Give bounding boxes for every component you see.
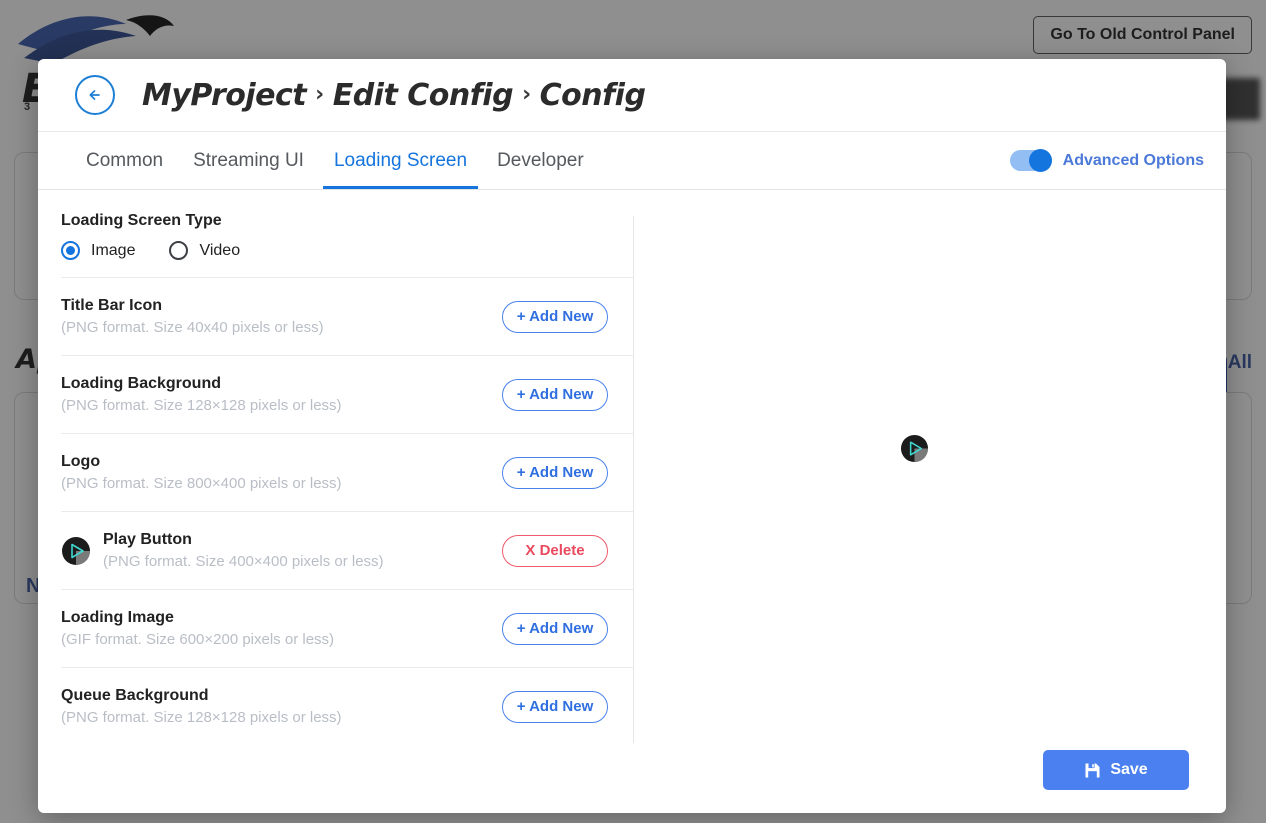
asset-row-loading-image: Loading Image (GIF format. Size 600×200 … xyxy=(61,589,633,667)
asset-info: Play Button (PNG format. Size 400×400 pi… xyxy=(103,531,502,570)
asset-rows: Title Bar Icon (PNG format. Size 40x40 p… xyxy=(61,277,633,745)
asset-info: Queue Background (PNG format. Size 128×1… xyxy=(61,687,502,726)
loading-screen-type-label: Loading Screen Type xyxy=(61,212,608,230)
delete-play-button-button[interactable]: X Delete xyxy=(502,535,608,567)
asset-name: Loading Image xyxy=(61,609,502,627)
radio-image-indicator[interactable] xyxy=(61,241,80,260)
breadcrumb-separator-1: › xyxy=(315,82,324,107)
asset-hint: (GIF format. Size 600×200 pixels or less… xyxy=(61,631,502,648)
loading-screen-preview xyxy=(633,190,1226,727)
add-new-title-bar-icon-button[interactable]: + Add New xyxy=(502,301,608,333)
radio-option-video[interactable]: Video xyxy=(169,241,240,260)
asset-row-title-bar-icon: Title Bar Icon (PNG format. Size 40x40 p… xyxy=(61,277,633,355)
asset-hint: (PNG format. Size 800×400 pixels or less… xyxy=(61,475,502,492)
asset-info: Loading Background (PNG format. Size 128… xyxy=(61,375,502,414)
config-modal: MyProject › Edit Config › Config Common … xyxy=(38,59,1226,813)
advanced-options-label: Advanced Options xyxy=(1063,152,1204,170)
breadcrumb-item-project[interactable]: MyProject xyxy=(142,78,306,113)
modal-header: MyProject › Edit Config › Config xyxy=(38,59,1226,132)
save-button-label: Save xyxy=(1110,761,1147,779)
radio-video-indicator[interactable] xyxy=(169,241,188,260)
breadcrumb-separator-2: › xyxy=(522,82,531,107)
preview-play-button-icon[interactable] xyxy=(900,434,929,463)
asset-row-queue-background: Queue Background (PNG format. Size 128×1… xyxy=(61,667,633,745)
asset-hint: (PNG format. Size 128×128 pixels or less… xyxy=(61,397,502,414)
asset-info: Loading Image (GIF format. Size 600×200 … xyxy=(61,609,502,648)
tab-bar: Common Streaming UI Loading Screen Devel… xyxy=(38,132,1226,190)
radio-image-label: Image xyxy=(91,242,135,260)
radio-image-inner-dot xyxy=(66,246,75,255)
arrow-left-icon xyxy=(84,84,106,106)
play-button-thumbnail-icon xyxy=(61,536,91,566)
asset-info: Title Bar Icon (PNG format. Size 40x40 p… xyxy=(61,297,502,336)
tab-developer[interactable]: Developer xyxy=(482,132,599,189)
asset-info: Logo (PNG format. Size 800×400 pixels or… xyxy=(61,453,502,492)
asset-name: Title Bar Icon xyxy=(61,297,502,315)
breadcrumb-item-edit-config[interactable]: Edit Config xyxy=(333,78,513,113)
advanced-options-control[interactable]: Advanced Options xyxy=(1010,132,1204,189)
breadcrumb-item-config[interactable]: Config xyxy=(540,78,646,113)
breadcrumb: MyProject › Edit Config › Config xyxy=(142,78,645,113)
asset-name: Play Button xyxy=(103,531,502,549)
tab-common[interactable]: Common xyxy=(71,132,178,189)
back-button[interactable] xyxy=(75,75,115,115)
asset-form-list: Loading Screen Type Image Video xyxy=(38,190,633,727)
loading-screen-type-radios: Image Video xyxy=(61,241,608,260)
asset-hint: (PNG format. Size 40x40 pixels or less) xyxy=(61,319,502,336)
asset-row-logo: Logo (PNG format. Size 800×400 pixels or… xyxy=(61,433,633,511)
asset-name: Loading Background xyxy=(61,375,502,393)
loading-screen-type-group: Loading Screen Type Image Video xyxy=(61,212,633,260)
add-new-loading-background-button[interactable]: + Add New xyxy=(502,379,608,411)
asset-name: Queue Background xyxy=(61,687,502,705)
asset-row-play-button: Play Button (PNG format. Size 400×400 pi… xyxy=(61,511,633,589)
tab-loading-screen[interactable]: Loading Screen xyxy=(319,132,482,189)
tab-streaming-ui[interactable]: Streaming UI xyxy=(178,132,319,189)
floppy-disk-icon xyxy=(1084,762,1101,779)
add-new-logo-button[interactable]: + Add New xyxy=(502,457,608,489)
add-new-queue-background-button[interactable]: + Add New xyxy=(502,691,608,723)
toggle-knob xyxy=(1029,149,1052,172)
asset-hint: (PNG format. Size 400×400 pixels or less… xyxy=(103,553,502,570)
asset-row-loading-background: Loading Background (PNG format. Size 128… xyxy=(61,355,633,433)
asset-hint: (PNG format. Size 128×128 pixels or less… xyxy=(61,709,502,726)
radio-video-label: Video xyxy=(199,242,240,260)
save-button[interactable]: Save xyxy=(1043,750,1189,790)
modal-body: Loading Screen Type Image Video xyxy=(38,190,1226,727)
asset-name: Logo xyxy=(61,453,502,471)
advanced-options-toggle[interactable] xyxy=(1010,150,1052,171)
add-new-loading-image-button[interactable]: + Add New xyxy=(502,613,608,645)
radio-option-image[interactable]: Image xyxy=(61,241,135,260)
